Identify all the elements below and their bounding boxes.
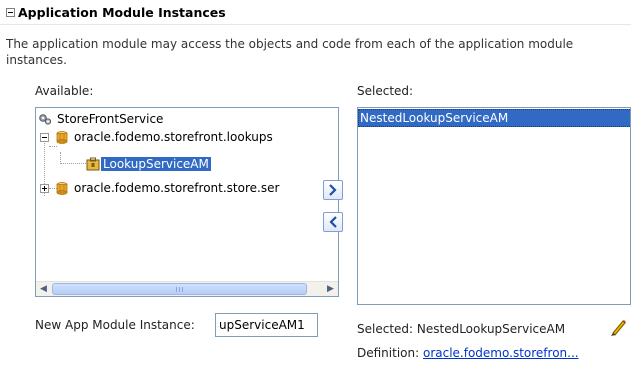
definition-link[interactable]: oracle.fodemo.storefron...: [423, 346, 579, 360]
available-tree[interactable]: StoreFrontService oracle.fodemo.storefro…: [35, 107, 339, 297]
tree-node-label: StoreFrontService: [57, 112, 164, 126]
horizontal-scrollbar[interactable]: ◀ ▶: [36, 281, 338, 296]
selected-label: Selected:: [357, 84, 414, 98]
edit-pencil-icon[interactable]: [608, 318, 628, 338]
available-label: Available:: [35, 84, 94, 98]
new-instance-input[interactable]: upServiceAM1: [215, 313, 318, 337]
tree-node-service[interactable]: StoreFrontService: [38, 110, 165, 128]
grip-icon: [175, 287, 184, 292]
tree-connector: [60, 163, 88, 165]
tree-node-label: oracle.fodemo.storefront.store.ser: [74, 181, 280, 195]
scrollbar-thumb[interactable]: [52, 283, 307, 295]
package-icon: [56, 131, 68, 144]
tree-connector: [49, 146, 57, 148]
list-item[interactable]: NestedLookupServiceAM: [358, 109, 630, 127]
shuttle-left-icon: [329, 216, 337, 228]
scroll-left-icon[interactable]: ◀: [36, 282, 51, 296]
new-instance-label: New App Module Instance:: [35, 318, 195, 332]
remove-from-selected-button[interactable]: [323, 212, 343, 232]
tree-node-label: oracle.fodemo.storefront.lookups: [74, 130, 273, 144]
section-header[interactable]: Application Module Instances: [6, 4, 226, 20]
tree-node-package[interactable]: oracle.fodemo.storefront.lookups: [40, 128, 275, 146]
selected-list[interactable]: NestedLookupServiceAM: [357, 107, 631, 305]
tree-node-package[interactable]: oracle.fodemo.storefront.store.ser: [40, 179, 281, 197]
expand-node-icon[interactable]: [40, 183, 49, 193]
selected-detail-value: NestedLookupServiceAM: [416, 322, 566, 336]
package-icon: [56, 182, 68, 195]
tree-node-app-module[interactable]: LookupServiceAM: [86, 155, 211, 173]
selected-detail-label: Selected:: [357, 322, 414, 336]
tree-node-label: LookupServiceAM: [101, 157, 211, 171]
definition-label: Definition:: [357, 346, 420, 360]
collapse-node-icon[interactable]: [40, 132, 49, 142]
shuttle-right-icon: [329, 184, 337, 196]
app-module-icon: [86, 157, 100, 171]
section-divider: [0, 24, 631, 25]
definition-detail: Definition: oracle.fodemo.storefron...: [357, 346, 579, 360]
section-title: Application Module Instances: [18, 4, 226, 20]
collapse-icon[interactable]: [6, 7, 15, 17]
add-to-selected-button[interactable]: [323, 180, 343, 200]
scroll-right-icon[interactable]: ▶: [323, 282, 338, 296]
section-description: The application module may access the ob…: [6, 37, 574, 67]
selected-detail: Selected: NestedLookupServiceAM: [357, 322, 565, 336]
service-icon: [39, 114, 52, 125]
